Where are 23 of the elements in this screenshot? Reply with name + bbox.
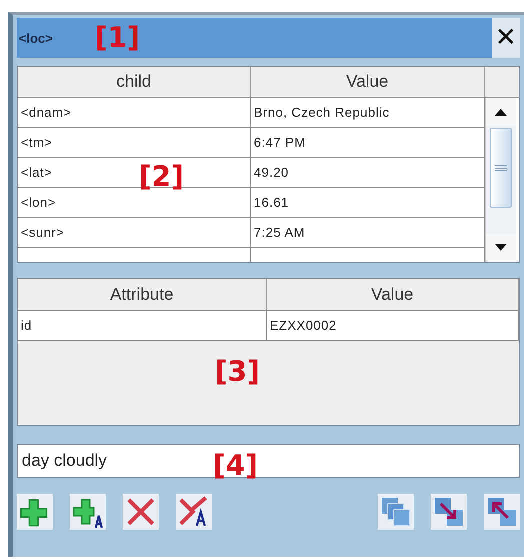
- annotation-label: [3]: [215, 355, 260, 388]
- scroll-down-icon[interactable]: [486, 234, 516, 262]
- plus-letter-button[interactable]: [70, 494, 106, 530]
- plus-button[interactable]: [17, 494, 53, 530]
- table-cell: <tm>: [18, 128, 251, 157]
- delete-button[interactable]: [123, 494, 159, 530]
- delete-letter-button[interactable]: [176, 494, 212, 530]
- squares-button[interactable]: [378, 494, 414, 530]
- scrollbar[interactable]: [485, 98, 516, 262]
- scroll-up-icon[interactable]: [486, 98, 516, 126]
- table-cell: <sunr>: [18, 218, 251, 247]
- column-header[interactable]: Value: [267, 279, 519, 310]
- squares-arrow-button[interactable]: [484, 494, 520, 530]
- squares-arrow-button[interactable]: [431, 494, 467, 530]
- close-button[interactable]: ✕: [492, 18, 520, 58]
- column-header[interactable]: child: [18, 67, 251, 97]
- scroll-thumb[interactable]: [490, 128, 512, 208]
- table-cell: <dnam>: [18, 98, 251, 127]
- annotation-label: [1]: [95, 21, 140, 54]
- table-cell: id: [18, 311, 267, 340]
- column-header[interactable]: Attribute: [18, 279, 267, 310]
- window-title: <loc>: [18, 30, 53, 46]
- table-cell: EZXX0002: [267, 311, 519, 340]
